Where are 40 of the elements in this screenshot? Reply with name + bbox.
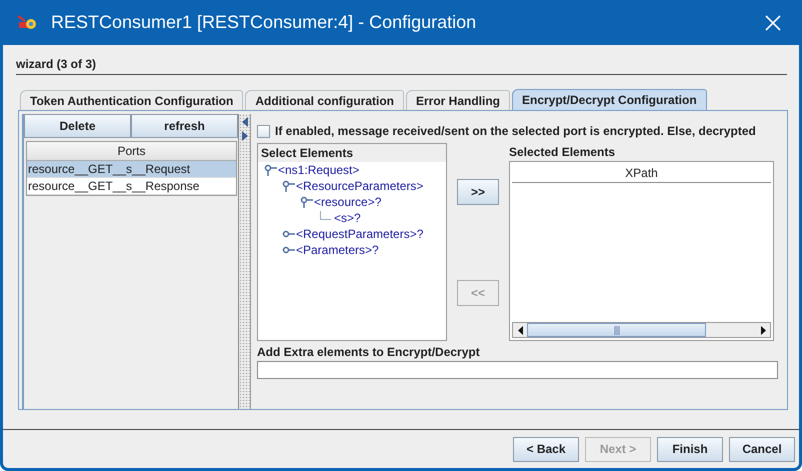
collapse-handle-icon[interactable]	[264, 164, 278, 176]
checkbox-label: If enabled, message received/sent on the selected port is encrypted. Else, decrypted	[275, 124, 756, 138]
tree-node[interactable]: <ResourceParameters>	[296, 179, 424, 193]
tree-connector-icon	[320, 210, 331, 220]
delete-button[interactable]: Delete	[24, 114, 131, 138]
field-label: Add Extra elements to Encrypt/Decrypt	[257, 345, 481, 359]
grip-icon	[614, 326, 620, 334]
tab[interactable]: Error Handling	[406, 90, 510, 110]
horizontal-scrollbar[interactable]	[512, 322, 771, 338]
cancel-button[interactable]: Cancel	[729, 436, 795, 462]
expand-handle-icon[interactable]	[282, 244, 296, 256]
add-button[interactable]: >>	[457, 179, 499, 205]
finish-button[interactable]: Finish	[657, 436, 723, 462]
tree-node[interactable]: <ns1:Request>	[278, 163, 360, 177]
collapse-handle-icon[interactable]	[282, 180, 296, 192]
selected-elements-title: Selected Elements	[509, 145, 616, 159]
tree-node[interactable]: <Parameters>?	[296, 243, 379, 257]
port-row[interactable]: resource__GET__s__Response	[27, 178, 236, 195]
tab[interactable]: Token Authentication Configuration	[20, 90, 244, 110]
input-field[interactable]	[257, 361, 778, 379]
collapse-left-icon[interactable]	[242, 117, 248, 127]
tree-node[interactable]: <RequestParameters>?	[296, 227, 424, 241]
back-button[interactable]: < Back	[513, 436, 579, 462]
scroll-left-icon[interactable]	[518, 326, 522, 334]
expand-handle-icon[interactable]	[282, 228, 296, 240]
wizard-step-label: wizard (3 of 3)	[16, 57, 787, 75]
port-row[interactable]: resource__GET__s__Request	[27, 161, 236, 178]
collapse-handle-icon[interactable]	[300, 196, 314, 208]
checkbox[interactable]	[257, 124, 270, 138]
refresh-button[interactable]: refresh	[131, 114, 238, 138]
tree-node[interactable]: <resource>?	[314, 195, 382, 209]
column-header: Ports	[27, 142, 236, 161]
tab[interactable]: Encrypt/Decrypt Configuration	[512, 89, 707, 110]
window-title: RESTConsumer1 [RESTConsumer:4] - Configuration	[51, 12, 478, 33]
scroll-right-icon[interactable]	[760, 326, 766, 334]
app-icon	[17, 14, 37, 32]
expand-right-icon[interactable]	[242, 131, 248, 141]
tree-title: Select Elements	[258, 144, 446, 162]
tree-node[interactable]: <s>?	[334, 211, 361, 225]
tab[interactable]: Additional configuration	[245, 90, 404, 110]
